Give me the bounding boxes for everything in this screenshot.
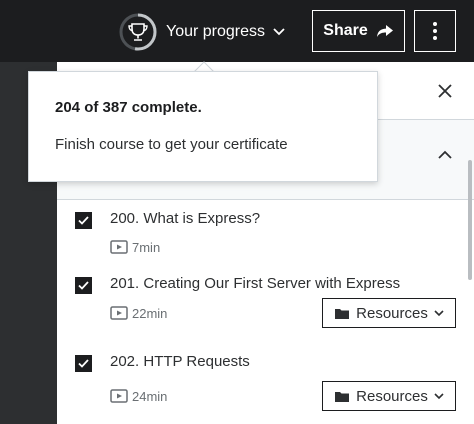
resources-label: Resources <box>356 387 428 405</box>
trophy-icon <box>128 23 148 41</box>
vertical-dots-icon-dot <box>433 29 437 33</box>
video-icon <box>110 240 128 254</box>
progress-popover: 204 of 387 complete. Finish course to ge… <box>28 71 378 182</box>
lecture-title[interactable]: 201. Creating Our First Server with Expr… <box>110 275 400 292</box>
lecture-item[interactable]: 200. What is Express? 7min <box>57 200 467 278</box>
lecture-duration: 7min <box>132 240 161 255</box>
chevron-down-icon <box>273 28 285 36</box>
folder-icon <box>335 391 350 402</box>
video-icon <box>110 389 128 403</box>
chevron-down-icon <box>434 309 444 316</box>
video-icon <box>110 306 128 320</box>
lecture-checkbox[interactable] <box>75 355 92 372</box>
your-progress-label: Your progress <box>166 23 266 40</box>
lecture-duration: 24min <box>132 389 168 404</box>
lecture-item[interactable]: 201. Creating Our First Server with Expr… <box>57 272 467 348</box>
vertical-dots-icon <box>433 22 437 26</box>
check-icon <box>78 281 89 290</box>
progress-ring <box>118 12 158 52</box>
panel-scrollbar[interactable] <box>468 160 472 280</box>
folder-icon <box>335 308 350 319</box>
lecture-item[interactable]: 202. HTTP Requests 24min Resources <box>57 350 467 424</box>
lecture-title[interactable]: 202. HTTP Requests <box>110 353 250 370</box>
vertical-dots-icon-dot <box>433 36 437 40</box>
share-label: Share <box>323 22 368 39</box>
chevron-down-icon <box>434 392 444 399</box>
more-options-button[interactable] <box>414 10 456 52</box>
certificate-message: Finish course to get your certificate <box>55 136 288 153</box>
your-progress-dropdown[interactable]: Your progress <box>118 12 285 52</box>
lecture-duration: 22min <box>132 306 168 321</box>
top-navigation-bar: Your progress Share <box>0 0 474 62</box>
check-icon <box>78 359 89 368</box>
chevron-up-icon[interactable] <box>433 142 457 166</box>
share-arrow-icon <box>376 25 393 37</box>
lecture-checkbox[interactable] <box>75 277 92 294</box>
progress-count: 204 of 387 complete. <box>55 99 202 116</box>
lecture-title[interactable]: 200. What is Express? <box>110 210 260 227</box>
close-icon[interactable] <box>434 80 456 102</box>
resources-dropdown-button[interactable]: Resources <box>322 298 456 328</box>
resources-label: Resources <box>356 304 428 322</box>
resources-dropdown-button[interactable]: Resources <box>322 381 456 411</box>
lecture-checkbox[interactable] <box>75 212 92 229</box>
check-icon <box>78 216 89 225</box>
share-button[interactable]: Share <box>312 10 405 52</box>
